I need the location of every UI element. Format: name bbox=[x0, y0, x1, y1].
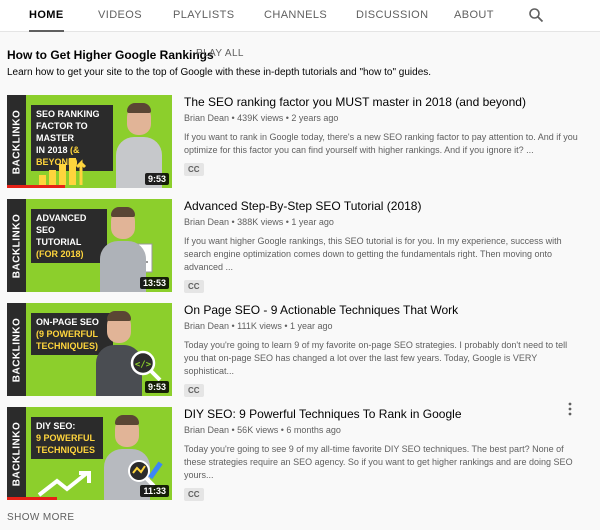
thumbnail-caption: DIY SEO: 9 POWERFUL TECHNIQUES bbox=[31, 417, 103, 459]
video-item: BACKLINKO ON-PAGE SEO (9 POWERFUL TECHNI… bbox=[7, 303, 597, 399]
video-description: Today you're going to see 9 of my all-ti… bbox=[184, 444, 573, 480]
more-vert-icon[interactable] bbox=[566, 402, 574, 416]
section-header: How to Get Higher Google Rankings bbox=[7, 46, 214, 62]
search-icon[interactable] bbox=[528, 7, 544, 23]
video-title[interactable]: The SEO ranking factor you MUST master i… bbox=[184, 95, 584, 110]
show-more-button[interactable]: SHOW MORE bbox=[7, 512, 75, 523]
video-duration: 13:53 bbox=[139, 277, 169, 289]
section-title[interactable]: How to Get Higher Google Rankings bbox=[7, 48, 214, 62]
video-meta: Brian Dean • 56K views • 6 months ago bbox=[184, 425, 341, 435]
watch-progress-bar bbox=[7, 497, 57, 500]
video-thumbnail[interactable]: BACKLINKO ON-PAGE SEO (9 POWERFUL TECHNI… bbox=[7, 303, 172, 396]
closed-captions-badge: CC bbox=[184, 488, 204, 501]
video-duration: 11:33 bbox=[140, 485, 169, 497]
video-thumbnail[interactable]: BACKLINKO ADVANCED SEO TUTORIAL (FOR 201… bbox=[7, 199, 172, 292]
video-description: Today you're going to learn 9 of my favo… bbox=[184, 340, 568, 376]
closed-captions-badge: CC bbox=[184, 384, 204, 397]
closed-captions-badge: CC bbox=[184, 280, 204, 293]
video-info: Advanced Step-By-Step SEO Tutorial (2018… bbox=[184, 199, 584, 294]
svg-text:</>: </> bbox=[135, 360, 152, 370]
tab-videos[interactable]: VIDEOS bbox=[98, 0, 142, 32]
brand-strip: BACKLINKO bbox=[7, 303, 26, 396]
video-meta: Brian Dean • 439K views • 2 years ago bbox=[184, 113, 339, 123]
video-description: If you want higher Google rankings, this… bbox=[184, 236, 562, 272]
video-duration: 9:53 bbox=[144, 173, 169, 185]
video-info: On Page SEO - 9 Actionable Techniques Th… bbox=[184, 303, 584, 398]
brand-strip: BACKLINKO bbox=[7, 407, 26, 500]
code-magnifier-icon: </> bbox=[130, 350, 162, 382]
thumbnail-caption: ADVANCED SEO TUTORIAL (FOR 2018) bbox=[31, 209, 107, 263]
section-description: Learn how to get your site to the top of… bbox=[7, 67, 432, 78]
video-item: BACKLINKO ADVANCED SEO TUTORIAL (FOR 201… bbox=[7, 199, 597, 295]
play-all-button[interactable]: PLAY ALL bbox=[196, 48, 244, 59]
video-info: The SEO ranking factor you MUST master i… bbox=[184, 95, 584, 177]
bar-chart-icon bbox=[39, 158, 87, 185]
video-meta: Brian Dean • 388K views • 1 year ago bbox=[184, 217, 334, 227]
video-thumbnail[interactable]: BACKLINKO SEO RANKING FACTOR TO MASTER I… bbox=[7, 95, 172, 188]
brand-strip: BACKLINKO bbox=[7, 199, 26, 292]
tab-about[interactable]: ABOUT bbox=[454, 0, 494, 32]
tab-channels[interactable]: CHANNELS bbox=[264, 0, 327, 32]
video-title[interactable]: On Page SEO - 9 Actionable Techniques Th… bbox=[184, 303, 584, 318]
channel-tabs: HOME VIDEOS PLAYLISTS CHANNELS DISCUSSIO… bbox=[0, 0, 600, 32]
trend-arrow-icon bbox=[37, 471, 91, 497]
tab-discussion[interactable]: DISCUSSION bbox=[356, 0, 428, 32]
closed-captions-badge: CC bbox=[184, 163, 204, 176]
video-meta: Brian Dean • 111K views • 1 year ago bbox=[184, 321, 333, 331]
video-description: If you want to rank in Google today, the… bbox=[184, 132, 578, 155]
video-duration: 9:53 bbox=[144, 381, 169, 393]
brand-strip: BACKLINKO bbox=[7, 95, 26, 188]
video-item: BACKLINKO DIY SEO: 9 POWERFUL TECHNIQUES… bbox=[7, 407, 597, 503]
video-title[interactable]: DIY SEO: 9 Powerful Techniques To Rank i… bbox=[184, 407, 584, 422]
video-title[interactable]: Advanced Step-By-Step SEO Tutorial (2018… bbox=[184, 199, 584, 214]
watch-progress-bar bbox=[7, 185, 65, 188]
tab-playlists[interactable]: PLAYLISTS bbox=[173, 0, 234, 32]
video-info: DIY SEO: 9 Powerful Techniques To Rank i… bbox=[184, 407, 584, 502]
tab-home[interactable]: HOME bbox=[29, 0, 64, 32]
video-item: BACKLINKO SEO RANKING FACTOR TO MASTER I… bbox=[7, 95, 597, 191]
video-thumbnail[interactable]: BACKLINKO DIY SEO: 9 POWERFUL TECHNIQUES… bbox=[7, 407, 172, 500]
